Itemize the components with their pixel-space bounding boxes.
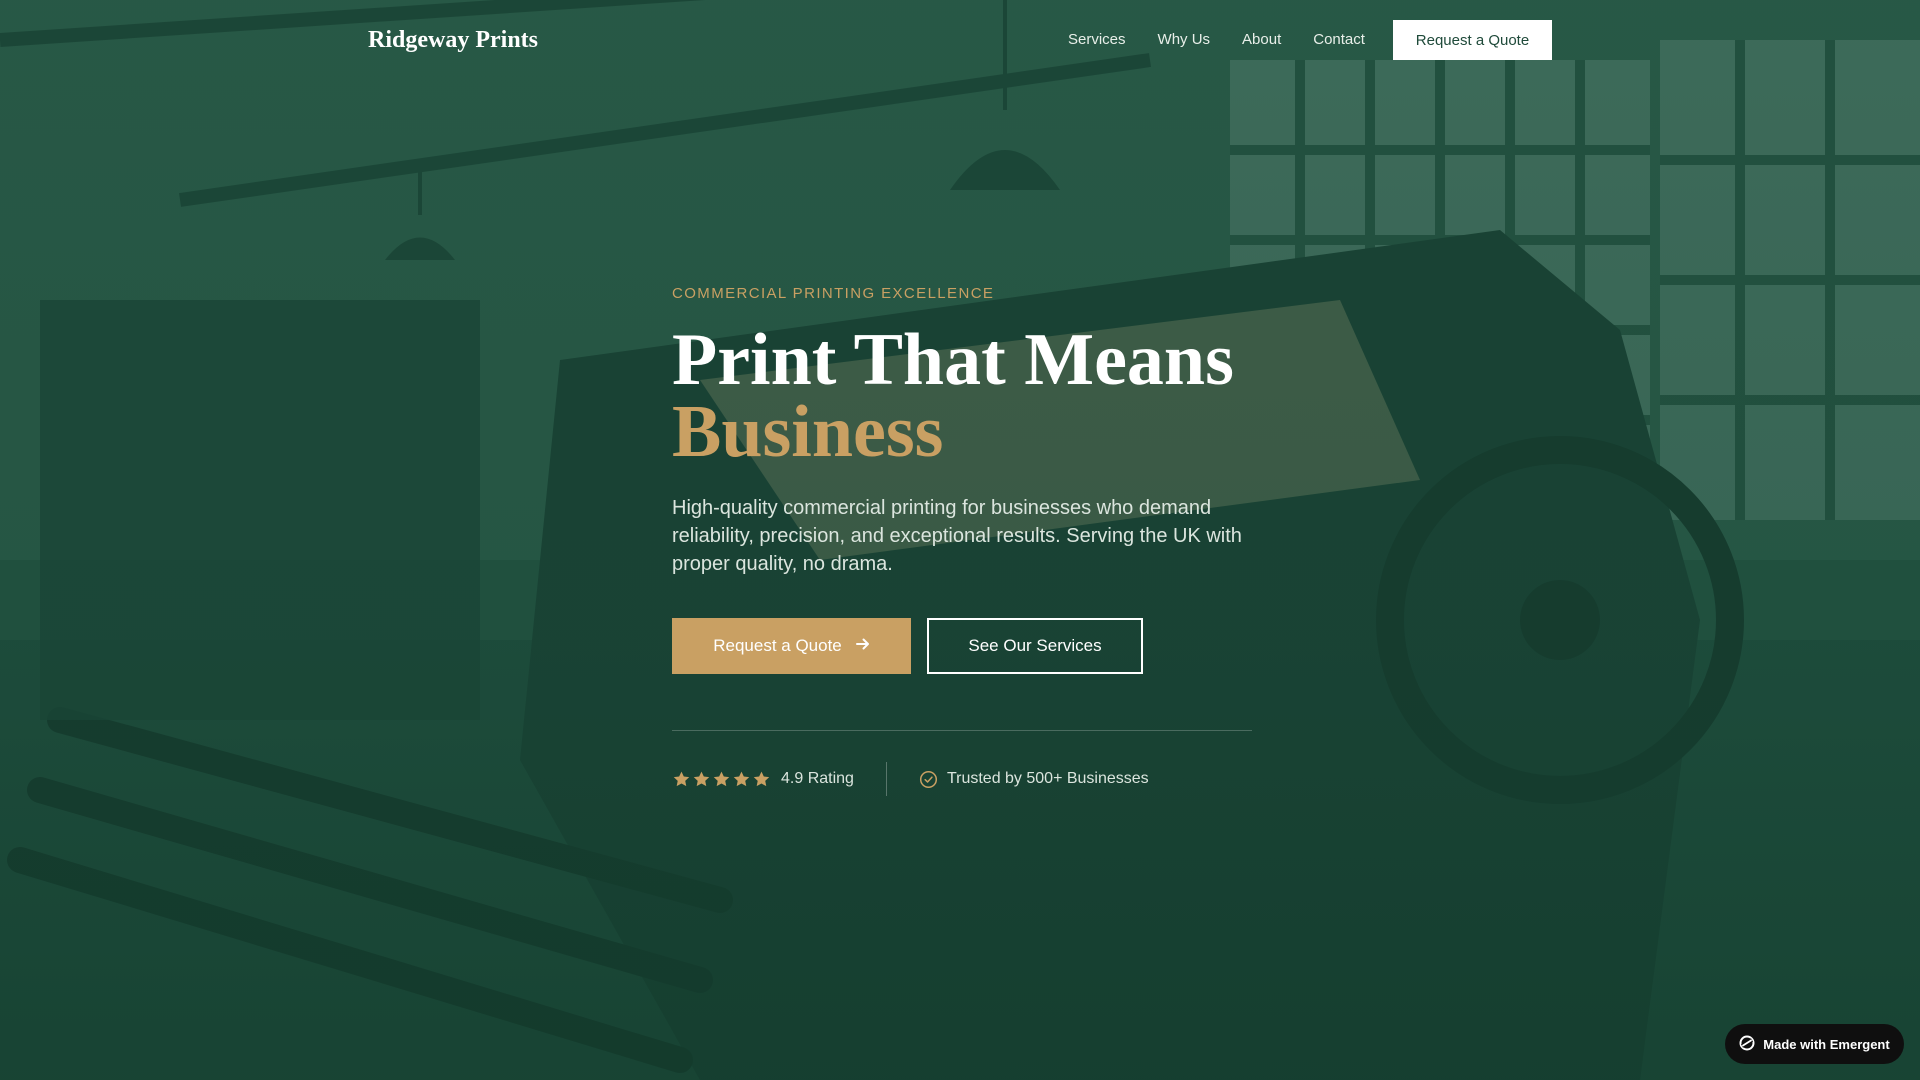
arrow-right-icon — [855, 636, 870, 656]
hero-request-quote-button[interactable]: Request a Quote — [672, 618, 911, 674]
star-icon — [752, 770, 771, 789]
hero-headline: Print That Means Business — [672, 323, 1312, 473]
trust-row: 4.9 Rating Trusted by 500+ Businesses — [672, 762, 1312, 796]
hero-headline-accent: Business — [672, 391, 944, 473]
hero-cta-row: Request a Quote See Our Services — [672, 618, 1312, 674]
check-circle-icon — [919, 770, 938, 789]
star-icon — [692, 770, 711, 789]
hero-headline-main: Print That Means — [672, 319, 1234, 401]
hero-eyebrow: COMMERCIAL PRINTING EXCELLENCE — [672, 285, 995, 302]
nav-link-services[interactable]: Services — [1068, 30, 1126, 50]
made-with-emergent-badge[interactable]: Made with Emergent — [1725, 1024, 1904, 1064]
star-icon — [672, 770, 691, 789]
brand-logo[interactable]: Ridgeway Prints — [368, 24, 538, 56]
badge-label: Made with Emergent — [1763, 1036, 1890, 1052]
rating-stars — [672, 770, 771, 789]
hero-section: Ridgeway Prints Services Why Us About Co… — [0, 0, 1920, 1080]
hero-description: High-quality commercial printing for bus… — [672, 497, 1242, 575]
trusted-text: Trusted by 500+ Businesses — [946, 770, 1149, 787]
nav-links: Services Why Us About Contact — [1068, 30, 1397, 50]
hero-request-quote-label: Request a Quote — [713, 636, 842, 655]
hero-divider — [672, 730, 1252, 731]
star-icon — [712, 770, 731, 789]
emergent-logo-icon — [1739, 1035, 1755, 1054]
site-header: Ridgeway Prints Services Why Us About Co… — [0, 0, 1920, 80]
star-icon — [732, 770, 751, 789]
header-request-quote-button[interactable]: Request a Quote — [1393, 20, 1552, 60]
rating-text: 4.9 Rating — [781, 770, 854, 787]
hero-content: COMMERCIAL PRINTING EXCELLENCE Print Tha… — [672, 284, 1312, 796]
trust-separator — [885, 762, 887, 796]
nav-link-why-us[interactable]: Why Us — [1158, 30, 1211, 50]
nav-link-contact[interactable]: Contact — [1313, 30, 1365, 50]
see-services-button[interactable]: See Our Services — [927, 618, 1143, 674]
nav-link-about[interactable]: About — [1242, 30, 1281, 50]
